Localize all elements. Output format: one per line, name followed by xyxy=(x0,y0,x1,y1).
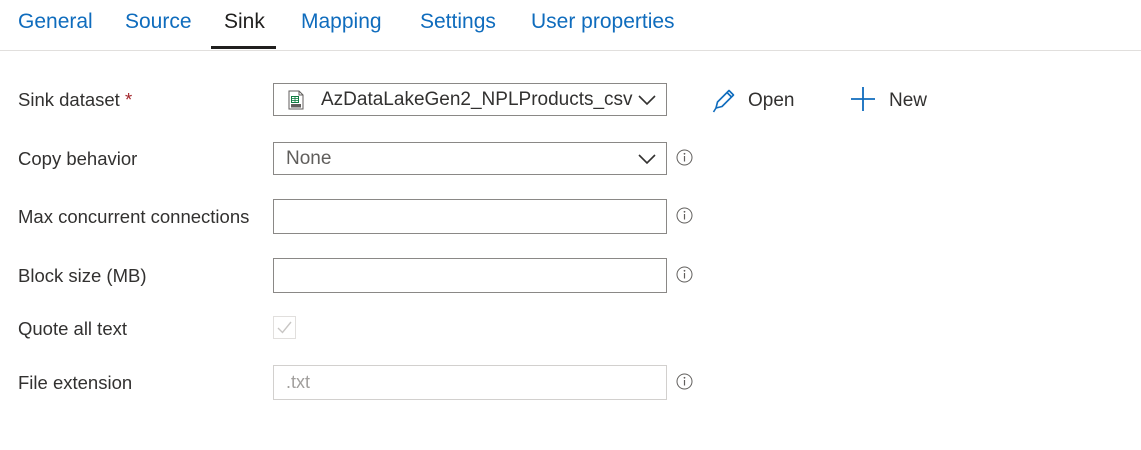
file-extension-label: File extension xyxy=(18,372,133,393)
new-dataset-button[interactable]: New xyxy=(851,86,941,116)
tab-settings[interactable]: Settings xyxy=(420,10,496,38)
sink-dataset-label: Sink dataset * xyxy=(18,89,132,111)
quote-all-text-label: Quote all text xyxy=(18,318,128,339)
copy-behavior-dropdown[interactable]: None xyxy=(273,142,667,175)
tab-user-properties[interactable]: User properties xyxy=(531,10,675,38)
info-icon[interactable] xyxy=(676,266,693,283)
tab-bar: General Source Sink Mapping Settings Use… xyxy=(0,0,1141,51)
open-button-label: Open xyxy=(748,90,795,111)
file-extension-input[interactable] xyxy=(274,366,666,399)
block-size-label: Block size (MB) xyxy=(18,265,147,286)
quote-all-text-checkbox[interactable] xyxy=(273,316,296,339)
tab-source[interactable]: Source xyxy=(125,10,192,38)
copy-behavior-value: None xyxy=(286,148,332,169)
sink-dataset-value: AzDataLakeGen2_NPLProducts_csv xyxy=(321,89,633,110)
chevron-down-icon xyxy=(638,154,656,165)
sink-dataset-label-text: Sink dataset xyxy=(18,89,120,110)
chevron-down-icon xyxy=(638,95,656,106)
tab-general[interactable]: General xyxy=(18,10,93,38)
block-size-field[interactable] xyxy=(273,258,667,293)
open-dataset-button[interactable]: Open xyxy=(712,86,802,116)
plus-icon xyxy=(851,87,875,111)
active-tab-indicator xyxy=(211,46,276,49)
block-size-input[interactable] xyxy=(274,259,666,292)
max-concurrent-connections-input[interactable] xyxy=(274,200,666,233)
info-icon[interactable] xyxy=(676,149,693,166)
tab-sink[interactable]: Sink xyxy=(224,10,265,38)
info-icon[interactable] xyxy=(676,207,693,224)
info-icon[interactable] xyxy=(676,373,693,390)
max-concurrent-connections-field[interactable] xyxy=(273,199,667,234)
copy-behavior-label: Copy behavior xyxy=(18,148,138,169)
max-concurrent-connections-label: Max concurrent connections xyxy=(18,206,250,227)
file-extension-field[interactable] xyxy=(273,365,667,400)
required-marker: * xyxy=(124,89,133,110)
edit-pencil-icon xyxy=(712,89,735,113)
checkmark-icon xyxy=(277,321,292,334)
tab-mapping[interactable]: Mapping xyxy=(301,10,382,38)
sink-dataset-dropdown[interactable]: AzDataLakeGen2_NPLProducts_csv xyxy=(273,83,667,116)
new-button-label: New xyxy=(889,90,928,111)
csv-file-icon xyxy=(288,90,304,110)
